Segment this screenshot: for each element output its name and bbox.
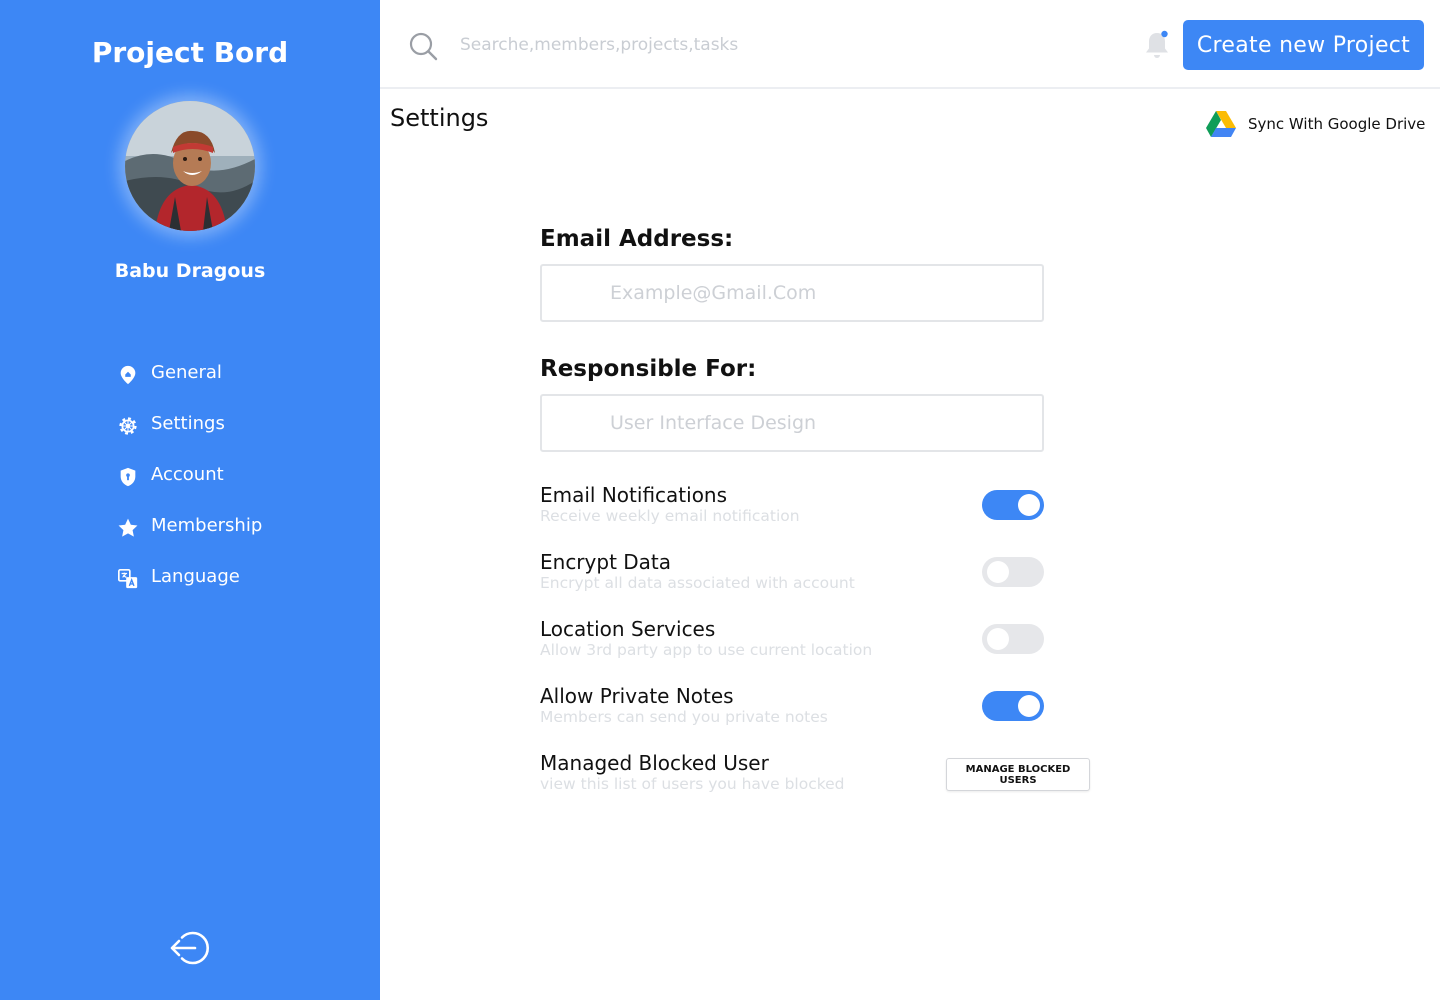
setting-title: Managed Blocked User (540, 751, 769, 775)
email-label: Email Address: (540, 226, 734, 252)
setting-subtitle: Receive weekly email notification (540, 507, 800, 525)
toggle-knob (1018, 695, 1040, 717)
setting-title: Location Services (540, 617, 716, 641)
sidebar-nav: General Settings Account Membership Lang… (116, 349, 356, 604)
top-bar: Create new Project (380, 0, 1440, 89)
encrypt-data-toggle[interactable] (982, 557, 1044, 587)
shield-icon (116, 465, 140, 489)
notification-dot (1161, 30, 1168, 38)
setting-subtitle: Members can send you private notes (540, 708, 828, 726)
avatar-photo (125, 101, 255, 231)
gear-icon (116, 414, 140, 438)
setting-title: Email Notifications (540, 483, 728, 507)
responsible-field[interactable] (540, 394, 1044, 452)
sidebar-item-label: Membership (151, 515, 263, 536)
email-field[interactable] (540, 264, 1044, 322)
email-field-group: Email Address: (540, 226, 1100, 322)
logout-button[interactable] (168, 927, 210, 969)
location-services-toggle[interactable] (982, 624, 1044, 654)
setting-row-location-services: Location Services Allow 3rd party app to… (540, 614, 1100, 681)
toggle-knob (987, 628, 1009, 650)
manage-blocked-users-button[interactable]: MANAGE BLOCKED USERS (946, 758, 1090, 791)
location-pin-icon (116, 363, 140, 387)
page-title: Settings (390, 104, 489, 132)
google-drive-icon (1206, 111, 1236, 137)
setting-row-email-notifications: Email Notifications Receive weekly email… (540, 480, 1100, 547)
sidebar-item-general[interactable]: General (116, 349, 356, 400)
bell-icon (1146, 30, 1168, 58)
search-icon[interactable] (408, 31, 438, 61)
setting-row-blocked-users: Managed Blocked User view this list of u… (540, 748, 1100, 815)
app-title: Project Bord (91, 36, 289, 69)
search-input[interactable] (460, 30, 1020, 60)
star-icon (116, 516, 140, 540)
notification-button[interactable] (1142, 28, 1172, 62)
private-notes-toggle[interactable] (982, 691, 1044, 721)
setting-title: Encrypt Data (540, 550, 672, 574)
sidebar-item-label: Language (151, 566, 240, 587)
setting-row-encrypt-data: Encrypt Data Encrypt all data associated… (540, 547, 1100, 614)
sidebar-item-membership[interactable]: Membership (116, 502, 356, 553)
avatar[interactable] (125, 101, 255, 231)
sidebar-item-language[interactable]: Language (116, 553, 356, 604)
toggle-knob (987, 561, 1009, 583)
setting-subtitle: Encrypt all data associated with account (540, 574, 855, 592)
translate-icon (116, 567, 140, 591)
sidebar-item-account[interactable]: Account (116, 451, 356, 502)
profile-form: Email Address: Responsible For: (540, 226, 1100, 452)
setting-subtitle: Allow 3rd party app to use current locat… (540, 641, 873, 659)
sidebar-item-settings[interactable]: Settings (116, 400, 356, 451)
sidebar-item-label: General (151, 362, 222, 383)
logout-icon (170, 931, 210, 965)
toggle-knob (1018, 494, 1040, 516)
responsible-field-group: Responsible For: (540, 356, 1100, 452)
sidebar-item-label: Settings (151, 413, 225, 434)
user-name: Babu Dragous (114, 260, 266, 282)
setting-subtitle: view this list of users you have blocked (540, 775, 845, 793)
sidebar: Project Bord Babu Dragous General Settin… (0, 0, 380, 1000)
responsible-label: Responsible For: (540, 356, 757, 382)
email-notifications-toggle[interactable] (982, 490, 1044, 520)
sync-google-drive-button[interactable]: Sync With Google Drive (1206, 110, 1425, 138)
setting-title: Allow Private Notes (540, 684, 734, 708)
sync-label: Sync With Google Drive (1248, 115, 1426, 133)
sidebar-item-label: Account (151, 464, 224, 485)
settings-list: Email Notifications Receive weekly email… (540, 480, 1100, 815)
setting-row-private-notes: Allow Private Notes Members can send you… (540, 681, 1100, 748)
create-project-button[interactable]: Create new Project (1183, 20, 1424, 70)
